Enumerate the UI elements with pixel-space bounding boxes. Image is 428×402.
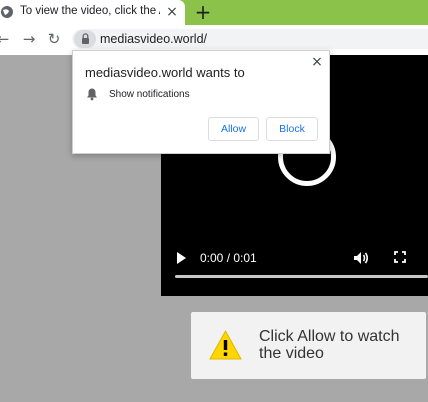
tab-title: To view the video, click the Allow <box>20 5 160 17</box>
reload-button[interactable]: ↻ <box>46 31 62 47</box>
back-button[interactable]: ← <box>0 31 11 47</box>
fullscreen-icon[interactable] <box>393 250 407 264</box>
lock-icon <box>82 33 89 44</box>
warning-icon <box>209 329 242 360</box>
banner-text: Click Allow to watch the video <box>259 328 400 362</box>
tab-close-button[interactable]: × <box>165 4 179 20</box>
allow-button[interactable]: Allow <box>208 117 259 141</box>
popup-close-button[interactable]: × <box>310 54 324 70</box>
volume-icon[interactable] <box>352 249 370 267</box>
play-icon[interactable] <box>174 250 188 266</box>
permission-label: Show notifications <box>109 89 190 100</box>
forward-button[interactable]: → <box>21 31 37 47</box>
site-info-button[interactable] <box>74 30 96 48</box>
popup-title: mediasvideo.world wants to <box>85 65 245 80</box>
block-button[interactable]: Block <box>266 117 318 141</box>
video-progress-bar[interactable] <box>175 275 428 278</box>
bell-icon <box>87 88 97 101</box>
video-time: 0:00 / 0:01 <box>200 251 257 265</box>
url-text[interactable]: mediasvideo.world/ <box>100 32 207 46</box>
browser-tab[interactable]: To view the video, click the Allow × <box>0 0 185 25</box>
new-tab-button[interactable]: + <box>192 0 214 25</box>
globe-icon <box>1 6 13 18</box>
